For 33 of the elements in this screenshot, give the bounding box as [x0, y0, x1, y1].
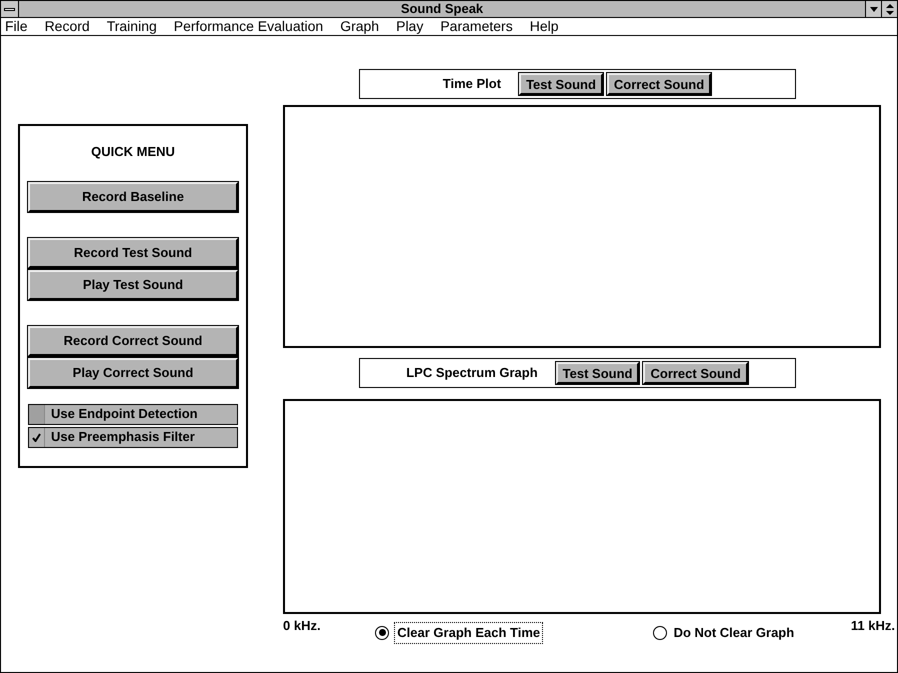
panel-title: QUICK MENU — [90, 143, 176, 161]
radio-label[interactable]: Do Not Clear Graph — [672, 623, 796, 642]
menu-item[interactable]: Play — [396, 16, 424, 37]
sound-button[interactable]: Test Sound — [519, 73, 603, 95]
menu-item[interactable]: Graph — [340, 16, 380, 37]
check-icon — [32, 432, 41, 442]
quick-button[interactable]: Play Correct Sound — [28, 358, 238, 388]
minimize-icon[interactable] — [865, 1, 881, 17]
window-title: Sound Speak — [400, 0, 484, 18]
restore-icon[interactable] — [881, 1, 897, 17]
menu-item[interactable]: Performance Evaluation — [174, 16, 324, 37]
sound-button[interactable]: Correct Sound — [643, 362, 748, 384]
axis-label: 0 kHz. — [283, 617, 321, 635]
quick-button[interactable]: Record Baseline — [28, 182, 238, 212]
menu-item[interactable]: Training — [106, 16, 157, 37]
checkbox[interactable]: Use Endpoint Detection — [28, 404, 238, 424]
axis-label: 11 kHz. — [850, 617, 895, 635]
system-menu-icon[interactable] — [1, 1, 19, 17]
quick-button[interactable]: Record Correct Sound — [28, 326, 238, 356]
menu-item[interactable]: Record — [44, 16, 90, 37]
quick-button[interactable]: Record Test Sound — [28, 238, 238, 268]
sound-button[interactable]: Test Sound — [556, 362, 640, 384]
sound-button[interactable]: Correct Sound — [606, 73, 712, 95]
quick-button[interactable]: Play Test Sound — [28, 270, 238, 300]
menu-item[interactable]: Parameters — [440, 16, 513, 37]
menu-item[interactable]: File — [5, 16, 28, 37]
radio-label[interactable]: Clear Graph Each Time — [394, 622, 544, 644]
graph-title: LPC Spectrum Graph — [406, 364, 538, 382]
graph-title: Time Plot — [442, 75, 502, 94]
radio-button[interactable] — [375, 626, 390, 640]
radio-button[interactable] — [652, 626, 667, 640]
menu-item[interactable]: Help — [530, 16, 558, 37]
checkbox[interactable]: Use Preemphasis Filter — [28, 426, 238, 448]
